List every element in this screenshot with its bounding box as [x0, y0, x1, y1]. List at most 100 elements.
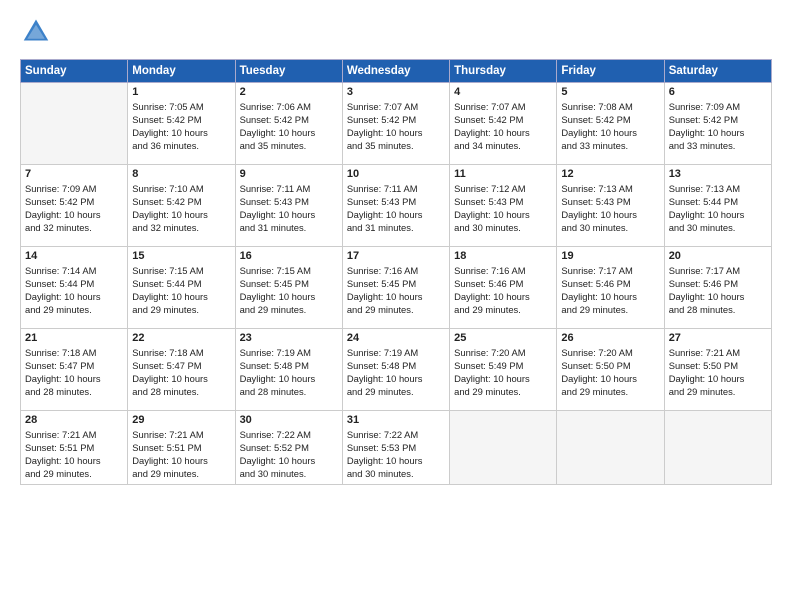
day-number: 30 — [240, 414, 338, 426]
cell-info: Sunrise: 7:07 AMSunset: 5:42 PMDaylight:… — [454, 100, 552, 153]
calendar-cell: 30 Sunrise: 7:22 AMSunset: 5:52 PMDayligh… — [235, 411, 342, 485]
header-row: SundayMondayTuesdayWednesdayThursdayFrid… — [21, 60, 772, 83]
calendar-cell: 3 Sunrise: 7:07 AMSunset: 5:42 PMDaylight… — [342, 83, 449, 165]
logo-icon — [22, 16, 50, 44]
calendar-cell: 2Sunrise: 7:06 AMSunset: 5:42 PMDaylight… — [235, 83, 342, 165]
calendar-cell: 22Sunrise: 7:18 AMSunset: 5:47 PMDayligh… — [128, 329, 235, 411]
day-number: 27 — [669, 332, 767, 344]
week-row-5: 28 Sunrise: 7:21 AMSunset: 5:51 PMDayligh… — [21, 411, 772, 485]
cell-info: Sunrise: 7:14 AMSunset: 5:44 PMDaylight:… — [25, 264, 123, 317]
calendar-cell: 24 Sunrise: 7:19 AMSunset: 5:48 PMDayligh… — [342, 329, 449, 411]
day-number: 23 — [240, 332, 338, 344]
week-row-3: 14 Sunrise: 7:14 AMSunset: 5:44 PMDayligh… — [21, 247, 772, 329]
calendar-cell: 5 Sunrise: 7:08 AMSunset: 5:42 PMDaylight… — [557, 83, 664, 165]
calendar-cell: 19 Sunrise: 7:17 AMSunset: 5:46 PMDayligh… — [557, 247, 664, 329]
calendar-cell: 4 Sunrise: 7:07 AMSunset: 5:42 PMDaylight… — [450, 83, 557, 165]
cell-info: Sunrise: 7:21 AMSunset: 5:50 PMDaylight:… — [669, 346, 767, 399]
day-number: 14 — [25, 250, 123, 262]
day-header-wednesday: Wednesday — [342, 60, 449, 83]
calendar-cell — [557, 411, 664, 485]
day-number: 1 — [132, 86, 230, 98]
day-number: 13 — [669, 168, 767, 180]
cell-info: Sunrise: 7:11 AMSunset: 5:43 PMDaylight:… — [240, 182, 338, 235]
day-number: 2 — [240, 86, 338, 98]
cell-info: Sunrise: 7:18 AMSunset: 5:47 PMDaylight:… — [25, 346, 123, 399]
cell-info: Sunrise: 7:22 AMSunset: 5:52 PMDaylight:… — [240, 428, 338, 481]
calendar-cell: 31 Sunrise: 7:22 AMSunset: 5:53 PMDayligh… — [342, 411, 449, 485]
day-number: 16 — [240, 250, 338, 262]
cell-info: Sunrise: 7:13 AMSunset: 5:44 PMDaylight:… — [669, 182, 767, 235]
day-number: 8 — [132, 168, 230, 180]
day-number: 3 — [347, 86, 445, 98]
day-number: 9 — [240, 168, 338, 180]
day-number: 15 — [132, 250, 230, 262]
calendar-cell — [450, 411, 557, 485]
cell-info: Sunrise: 7:17 AMSunset: 5:46 PMDaylight:… — [561, 264, 659, 317]
calendar-cell: 28 Sunrise: 7:21 AMSunset: 5:51 PMDayligh… — [21, 411, 128, 485]
calendar-cell: 23 Sunrise: 7:19 AMSunset: 5:48 PMDayligh… — [235, 329, 342, 411]
cell-info: Sunrise: 7:07 AMSunset: 5:42 PMDaylight:… — [347, 100, 445, 153]
day-header-monday: Monday — [128, 60, 235, 83]
day-number: 24 — [347, 332, 445, 344]
day-header-sunday: Sunday — [21, 60, 128, 83]
cell-info: Sunrise: 7:08 AMSunset: 5:42 PMDaylight:… — [561, 100, 659, 153]
calendar-cell: 10 Sunrise: 7:11 AMSunset: 5:43 PMDayligh… — [342, 165, 449, 247]
cell-info: Sunrise: 7:20 AMSunset: 5:50 PMDaylight:… — [561, 346, 659, 399]
cell-info: Sunrise: 7:21 AMSunset: 5:51 PMDaylight:… — [25, 428, 123, 481]
calendar-table: SundayMondayTuesdayWednesdayThursdayFrid… — [20, 59, 772, 485]
calendar-cell: 21Sunrise: 7:18 AMSunset: 5:47 PMDayligh… — [21, 329, 128, 411]
cell-info: Sunrise: 7:17 AMSunset: 5:46 PMDaylight:… — [669, 264, 767, 317]
day-number: 19 — [561, 250, 659, 262]
day-header-saturday: Saturday — [664, 60, 771, 83]
day-number: 29 — [132, 414, 230, 426]
week-row-4: 21Sunrise: 7:18 AMSunset: 5:47 PMDayligh… — [21, 329, 772, 411]
cell-info: Sunrise: 7:16 AMSunset: 5:45 PMDaylight:… — [347, 264, 445, 317]
calendar-cell: 7 Sunrise: 7:09 AMSunset: 5:42 PMDaylight… — [21, 165, 128, 247]
cell-info: Sunrise: 7:15 AMSunset: 5:45 PMDaylight:… — [240, 264, 338, 317]
day-number: 5 — [561, 86, 659, 98]
day-header-friday: Friday — [557, 60, 664, 83]
week-row-1: 1 Sunrise: 7:05 AMSunset: 5:42 PMDaylight… — [21, 83, 772, 165]
calendar-cell: 26 Sunrise: 7:20 AMSunset: 5:50 PMDayligh… — [557, 329, 664, 411]
calendar-cell: 27 Sunrise: 7:21 AMSunset: 5:50 PMDayligh… — [664, 329, 771, 411]
calendar-cell: 20 Sunrise: 7:17 AMSunset: 5:46 PMDayligh… — [664, 247, 771, 329]
cell-info: Sunrise: 7:09 AMSunset: 5:42 PMDaylight:… — [669, 100, 767, 153]
cell-info: Sunrise: 7:19 AMSunset: 5:48 PMDaylight:… — [240, 346, 338, 399]
cell-info: Sunrise: 7:05 AMSunset: 5:42 PMDaylight:… — [132, 100, 230, 153]
day-header-tuesday: Tuesday — [235, 60, 342, 83]
calendar-cell: 17Sunrise: 7:16 AMSunset: 5:45 PMDayligh… — [342, 247, 449, 329]
day-number: 10 — [347, 168, 445, 180]
day-number: 20 — [669, 250, 767, 262]
calendar-cell: 15 Sunrise: 7:15 AMSunset: 5:44 PMDayligh… — [128, 247, 235, 329]
calendar-cell: 6Sunrise: 7:09 AMSunset: 5:42 PMDaylight… — [664, 83, 771, 165]
day-number: 26 — [561, 332, 659, 344]
cell-info: Sunrise: 7:22 AMSunset: 5:53 PMDaylight:… — [347, 428, 445, 481]
cell-info: Sunrise: 7:09 AMSunset: 5:42 PMDaylight:… — [25, 182, 123, 235]
header — [20, 16, 772, 49]
cell-info: Sunrise: 7:15 AMSunset: 5:44 PMDaylight:… — [132, 264, 230, 317]
cell-info: Sunrise: 7:10 AMSunset: 5:42 PMDaylight:… — [132, 182, 230, 235]
day-number: 18 — [454, 250, 552, 262]
calendar-cell: 16 Sunrise: 7:15 AMSunset: 5:45 PMDayligh… — [235, 247, 342, 329]
calendar-cell: 11 Sunrise: 7:12 AMSunset: 5:43 PMDayligh… — [450, 165, 557, 247]
cell-info: Sunrise: 7:20 AMSunset: 5:49 PMDaylight:… — [454, 346, 552, 399]
cell-info: Sunrise: 7:13 AMSunset: 5:43 PMDaylight:… — [561, 182, 659, 235]
cell-info: Sunrise: 7:18 AMSunset: 5:47 PMDaylight:… — [132, 346, 230, 399]
calendar-cell: 29 Sunrise: 7:21 AMSunset: 5:51 PMDayligh… — [128, 411, 235, 485]
calendar-cell: 12Sunrise: 7:13 AMSunset: 5:43 PMDayligh… — [557, 165, 664, 247]
cell-info: Sunrise: 7:21 AMSunset: 5:51 PMDaylight:… — [132, 428, 230, 481]
cell-info: Sunrise: 7:16 AMSunset: 5:46 PMDaylight:… — [454, 264, 552, 317]
day-number: 28 — [25, 414, 123, 426]
day-number: 11 — [454, 168, 552, 180]
page: SundayMondayTuesdayWednesdayThursdayFrid… — [0, 0, 792, 612]
calendar-cell — [21, 83, 128, 165]
cell-info: Sunrise: 7:11 AMSunset: 5:43 PMDaylight:… — [347, 182, 445, 235]
cell-info: Sunrise: 7:19 AMSunset: 5:48 PMDaylight:… — [347, 346, 445, 399]
day-number: 4 — [454, 86, 552, 98]
calendar-cell: 8 Sunrise: 7:10 AMSunset: 5:42 PMDaylight… — [128, 165, 235, 247]
cell-info: Sunrise: 7:12 AMSunset: 5:43 PMDaylight:… — [454, 182, 552, 235]
day-number: 7 — [25, 168, 123, 180]
day-number: 31 — [347, 414, 445, 426]
day-number: 25 — [454, 332, 552, 344]
calendar-cell: 14 Sunrise: 7:14 AMSunset: 5:44 PMDayligh… — [21, 247, 128, 329]
